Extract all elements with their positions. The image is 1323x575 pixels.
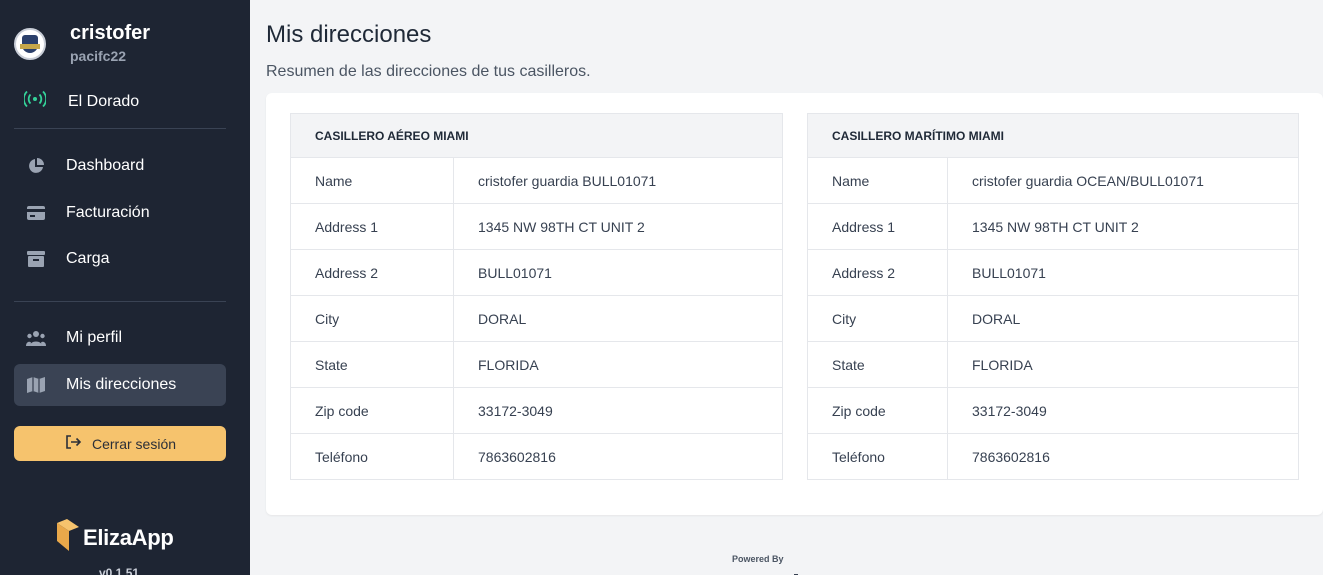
user-name: cristofer: [70, 22, 151, 44]
locker-title: CASILLERO AÉREO MIAMI: [290, 113, 783, 158]
divider: [14, 128, 226, 129]
station-indicator: El Dorado: [23, 89, 140, 114]
nav-label: Mis direcciones: [66, 376, 177, 393]
nav-label: Carga: [66, 250, 110, 267]
table-row: City DORAL: [807, 295, 1299, 342]
field-value: cristofer guardia OCEAN/BULL01071: [947, 157, 1299, 204]
app-version: v0.1.51: [99, 566, 140, 575]
field-label: Zip code: [807, 387, 948, 434]
field-label: State: [807, 341, 948, 388]
logout-label: Cerrar sesión: [91, 435, 177, 452]
pie-chart-icon: [26, 156, 46, 176]
field-value: BULL01071: [947, 249, 1299, 296]
field-label: Name: [807, 157, 948, 204]
nav-label: Facturación: [66, 204, 150, 221]
table-row: City DORAL: [290, 295, 783, 342]
field-value: BULL01071: [453, 249, 783, 296]
brand-logo: ElizaApp: [57, 519, 174, 556]
powered-by-label: Powered By: [732, 554, 784, 564]
sidebar: cristofer pacifc22 El Dorado Dashboard F…: [0, 0, 250, 575]
credit-card-icon: [26, 203, 46, 223]
locker-table-sea: CASILLERO MARÍTIMO MIAMI Name cristofer g…: [807, 113, 1299, 480]
avatar: [14, 28, 46, 60]
field-value: FLORIDA: [453, 341, 783, 388]
nav-label: Dashboard: [66, 157, 145, 174]
table-row: Address 2 BULL01071: [807, 249, 1299, 296]
page-title: Mis direcciones: [266, 21, 432, 48]
field-label: Address 1: [290, 203, 454, 250]
field-value: 7863602816: [453, 433, 783, 480]
table-row: State FLORIDA: [290, 341, 783, 388]
locker-table-air: CASILLERO AÉREO MIAMI Name cristofer guar…: [290, 113, 783, 480]
nav-item-mis-direcciones[interactable]: Mis direcciones: [14, 364, 226, 406]
logout-button[interactable]: Cerrar sesión: [14, 426, 226, 461]
field-value: FLORIDA: [947, 341, 1299, 388]
field-label: Address 2: [290, 249, 454, 296]
field-label: Name: [290, 157, 454, 204]
locker-title: CASILLERO MARÍTIMO MIAMI: [807, 113, 1299, 158]
user-profile[interactable]: cristofer pacifc22: [14, 22, 150, 64]
field-value: cristofer guardia BULL01071: [453, 157, 783, 204]
nav-label: Mi perfil: [66, 329, 123, 346]
field-value: 1345 NW 98TH CT UNIT 2: [947, 203, 1299, 250]
field-value: DORAL: [947, 295, 1299, 342]
nav-item-mi-perfil[interactable]: Mi perfil: [14, 317, 226, 359]
station-label: El Dorado: [68, 92, 140, 110]
nav-item-dashboard[interactable]: Dashboard: [14, 145, 226, 187]
powered-by-logo: [732, 568, 802, 575]
logout-icon: [64, 433, 92, 454]
field-label: City: [807, 295, 948, 342]
field-value: 1345 NW 98TH CT UNIT 2: [453, 203, 783, 250]
field-value: 7863602816: [947, 433, 1299, 480]
table-row: Address 1 1345 NW 98TH CT UNIT 2: [807, 203, 1299, 250]
field-label: Teléfono: [290, 433, 454, 480]
field-label: Address 1: [807, 203, 948, 250]
signal-icon: [23, 89, 47, 114]
field-label: Teléfono: [807, 433, 948, 480]
field-value: 33172-3049: [947, 387, 1299, 434]
field-value: 33172-3049: [453, 387, 783, 434]
eliza-logo-icon: [57, 519, 79, 556]
field-value: DORAL: [453, 295, 783, 342]
table-row: Address 1 1345 NW 98TH CT UNIT 2: [290, 203, 783, 250]
table-row: Address 2 BULL01071: [290, 249, 783, 296]
nav-item-facturacion[interactable]: Facturación: [14, 192, 226, 234]
field-label: City: [290, 295, 454, 342]
archive-box-icon: [26, 249, 46, 269]
user-code: pacifc22: [70, 48, 127, 64]
nav-item-carga[interactable]: Carga: [14, 238, 226, 280]
table-row: Name cristofer guardia BULL01071: [290, 157, 783, 204]
users-icon: [26, 328, 46, 348]
field-label: State: [290, 341, 454, 388]
table-row: Name cristofer guardia OCEAN/BULL01071: [807, 157, 1299, 204]
table-row: Zip code 33172-3049: [807, 387, 1299, 434]
table-row: Teléfono 7863602816: [807, 433, 1299, 480]
page-subtitle: Resumen de las direcciones de tus casill…: [266, 63, 591, 80]
table-row: Zip code 33172-3049: [290, 387, 783, 434]
map-icon: [26, 375, 46, 395]
field-label: Address 2: [807, 249, 948, 296]
divider: [14, 301, 226, 302]
field-label: Zip code: [290, 387, 454, 434]
table-row: State FLORIDA: [807, 341, 1299, 388]
brand-name: ElizaApp: [83, 524, 174, 550]
table-row: Teléfono 7863602816: [290, 433, 783, 480]
